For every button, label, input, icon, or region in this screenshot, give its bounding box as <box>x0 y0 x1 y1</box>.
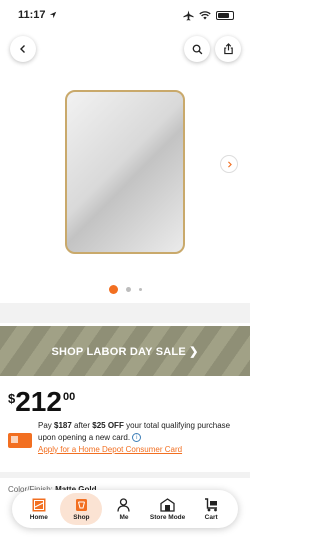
product-image-gallery[interactable] <box>8 70 242 276</box>
share-icon <box>223 43 233 55</box>
pagination-dot[interactable] <box>125 287 131 292</box>
chevron-left-icon <box>20 45 25 53</box>
promo-text: Pay $187 after $25 OFF your total qualif… <box>38 420 244 456</box>
tab-store-mode[interactable]: Store Mode <box>146 493 190 525</box>
labor-day-sale-banner[interactable]: SHOP LABOR DAY SALE ❯ <box>0 326 250 376</box>
credit-card-promo: Pay $187 after $25 OFF your total qualif… <box>8 420 244 456</box>
apply-card-link[interactable]: Apply for a Home Depot Consumer Card <box>38 445 182 454</box>
chevron-right-icon <box>227 160 232 168</box>
wifi-icon <box>199 10 211 19</box>
status-time: 11:17 <box>18 9 57 21</box>
shop-icon <box>75 498 87 511</box>
cart-icon <box>204 497 217 511</box>
tab-home-label: Home <box>29 513 48 521</box>
status-bar: 11:17 <box>0 0 250 30</box>
battery-icon <box>216 10 234 20</box>
section-divider <box>0 472 250 478</box>
location-arrow-icon <box>49 11 56 19</box>
section-separator <box>0 303 250 323</box>
next-image-button[interactable] <box>220 155 238 173</box>
pagination-dot-active[interactable] <box>108 285 118 294</box>
share-button[interactable] <box>215 36 241 62</box>
promo-after-text: after <box>71 421 93 430</box>
info-icon[interactable]: i <box>132 433 142 443</box>
tab-home[interactable]: Home <box>19 493 59 525</box>
search-icon <box>192 44 202 54</box>
status-time-text: 11:17 <box>18 9 46 21</box>
top-nav <box>0 34 250 66</box>
sale-banner-text: SHOP LABOR DAY SALE ❯ <box>51 345 199 358</box>
pagination-dot[interactable] <box>138 288 142 291</box>
store-icon <box>160 497 175 512</box>
tab-shop-label: Shop <box>73 513 90 521</box>
status-icons <box>183 9 234 21</box>
price-dollars: 212 <box>15 386 62 417</box>
tab-shop[interactable]: Shop <box>60 493 103 525</box>
tab-me[interactable]: Me <box>104 493 144 525</box>
home-depot-logo-icon <box>32 498 46 511</box>
bottom-tab-bar: Home Shop Me Store Mode Cart <box>12 490 238 528</box>
tab-cart[interactable]: Cart <box>191 493 231 525</box>
tab-me-label: Me <box>119 513 129 521</box>
credit-card-icon <box>8 433 32 448</box>
promo-pay-prefix: Pay <box>38 421 55 430</box>
image-pagination-dots <box>0 285 250 294</box>
promo-off-amount: $25 OFF <box>92 421 124 430</box>
back-button[interactable] <box>10 36 36 62</box>
search-button[interactable] <box>184 36 210 62</box>
price-cents: 00 <box>62 391 76 403</box>
tab-store-mode-label: Store Mode <box>149 513 186 521</box>
airplane-icon <box>183 9 194 21</box>
promo-pay-amount: $187 <box>54 421 72 430</box>
person-icon <box>117 497 131 512</box>
tab-cart-label: Cart <box>204 513 218 521</box>
price-currency: $ <box>8 391 16 406</box>
product-price: $ 212 00 <box>8 388 75 416</box>
product-image-mirror <box>65 90 185 254</box>
